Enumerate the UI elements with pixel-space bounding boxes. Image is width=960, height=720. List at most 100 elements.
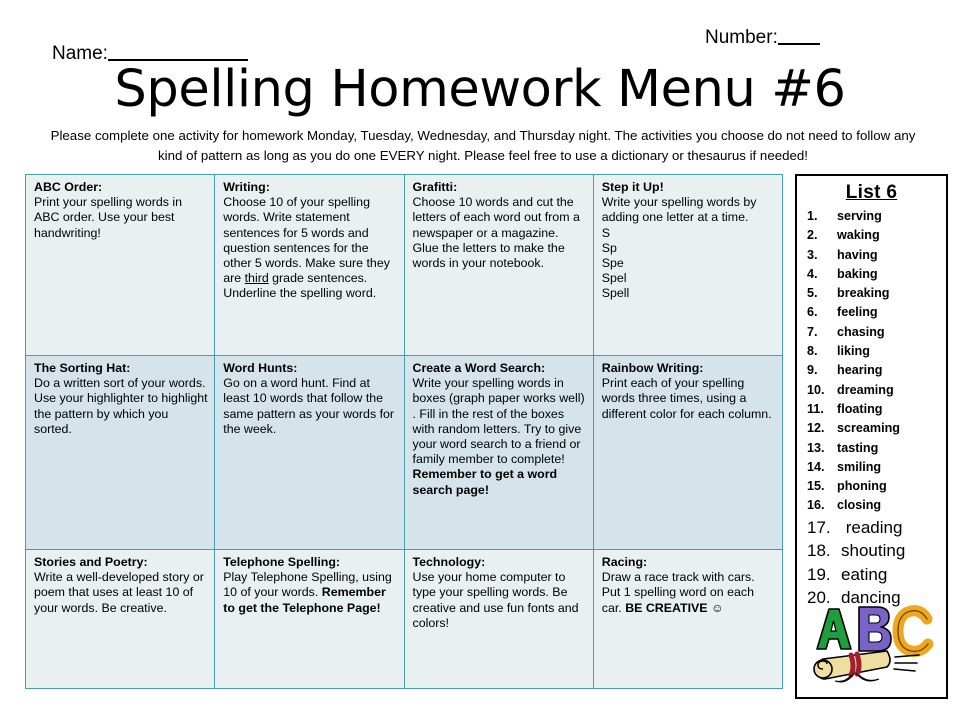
word-list-item: 9. hearing [807,361,946,380]
ladder-step: Spel [601,271,627,286]
letter-c-icon [892,605,934,657]
word-list-item-word: dreaming [837,382,894,397]
word-list-item-number: 4. [807,266,818,281]
activity-cell-writing[interactable]: Writing: Choose 10 of your spelling word… [214,174,405,356]
activity-body: Do a written sort of your words. Use you… [34,376,208,436]
table-row: ABC Order: Print your spelling words in … [24,174,784,356]
word-list-item-number: 3. [807,247,818,262]
activity-menu-table: ABC Order: Print your spelling words in … [24,174,784,689]
word-list-item: 5. breaking [807,284,946,303]
activity-body: Write a well-developed story or poem tha… [34,570,204,615]
activity-body: Write your spelling words by adding one … [601,195,757,225]
word-list-item-word: hearing [837,363,883,378]
activity-cell-word-search[interactable]: Create a Word Search: Write your spellin… [403,355,594,550]
activity-title: Grafitti: [412,180,458,194]
activity-body: Print your spelling words in ABC order. … [34,195,183,240]
word-list-item-number: 2. [807,228,818,243]
word-list-item-number: 18. [807,541,831,561]
activity-title: Create a Word Search: [412,361,546,375]
activity-body: Use your home computer to type your spel… [412,570,579,630]
word-list-item-number: 13. [807,440,825,455]
word-list-item-word: screaming [837,421,900,436]
word-list-item: 15. phoning [807,477,946,496]
ladder-step: Spe [601,256,624,271]
activity-title: Step it Up! [601,180,664,194]
activity-title: Rainbow Writing: [601,361,704,375]
word-list-item: 19. eating [807,563,946,587]
activity-title: Technology: [412,555,486,569]
word-list-item: 2. waking [807,226,946,245]
motion-lines-icon [893,654,920,672]
activity-cell-step-it-up[interactable]: Step it Up! Write your spelling words by… [592,174,784,356]
table-row: The Sorting Hat: Do a written sort of yo… [24,355,784,550]
activity-body-emphasis: Remember to get a word search page! [412,467,558,497]
activity-title: Writing: [223,180,270,194]
word-list-item-word: tasting [837,440,879,455]
activity-title: Word Hunts: [223,361,298,375]
activity-body-emphasis: BE CREATIVE ☺ [625,600,724,615]
word-list-title: List 6 [845,182,898,203]
word-list-item: 4. baking [807,265,946,284]
number-field[interactable]: Number: [705,26,820,49]
activity-body-underlined: third [244,271,269,286]
word-list-item: 18. shouting [807,539,946,563]
activity-cell-stories-and-poetry[interactable]: Stories and Poetry: Write a well-develop… [24,549,216,689]
word-list-item-word: breaking [837,286,890,301]
word-list-item-number: 15. [807,479,825,494]
word-list-item-word: serving [837,209,882,223]
activity-cell-technology[interactable]: Technology: Use your home computer to ty… [403,549,594,689]
word-list-item-word: waking [837,228,880,243]
word-list-item-number: 10. [807,382,825,397]
activity-title: Racing: [601,555,648,569]
word-list-item: 11. floating [807,400,946,419]
word-list-item: 7. chasing [807,323,946,342]
word-list-item-number: 5. [807,286,818,301]
letter-a-icon [816,608,852,650]
word-list-item-number: 14. [807,459,825,474]
activity-title: ABC Order: [34,180,103,194]
activity-body: Print each of your spelling words three … [601,376,772,421]
word-list-item: 16. closing [807,496,946,515]
activity-cell-telephone-spelling[interactable]: Telephone Spelling: Play Telephone Spell… [214,549,405,689]
scroll-icon [813,650,891,683]
word-list-item-number: 11. [807,401,824,416]
word-list-item: 13. tasting [807,439,946,458]
word-list-item-number: 6. [807,305,818,320]
word-list-item-word: feeling [837,305,878,320]
word-list-item-word: having [837,247,878,262]
word-list-item-number: 16. [807,498,825,513]
word-list-item-number: 7. [807,324,818,339]
name-label: Name: [52,43,108,64]
activity-cell-word-hunts[interactable]: Word Hunts: Go on a word hunt. Find at l… [214,355,405,550]
word-list-item-word: closing [837,498,882,513]
letter-b-icon [858,606,892,652]
activity-body: Go on a word hunt. Find at least 10 word… [223,376,395,436]
word-list-item: 12. screaming [807,419,946,438]
number-blank-line[interactable] [777,26,820,45]
activity-cell-rainbow-writing[interactable]: Rainbow Writing: Print each of your spel… [592,355,784,550]
table-row: Stories and Poetry: Write a well-develop… [24,549,784,689]
activity-cell-grafitti[interactable]: Grafitti: Choose 10 words and cut the le… [403,174,594,356]
ladder-step: Sp [601,240,617,255]
word-list-item-word: baking [837,266,878,281]
word-list-item: 8. liking [807,342,946,361]
number-label: Number: [705,27,778,48]
name-blank-line[interactable] [107,42,248,61]
activity-cell-racing[interactable]: Racing: Draw a race track with cars. Put… [592,549,784,689]
word-list-item-number: 8. [807,344,818,359]
word-list-item-word: shouting [841,541,906,561]
word-list-item: 10. dreaming [807,381,946,400]
word-list-item: 6. feeling [807,303,946,322]
word-list-item-word: phoning [837,479,887,494]
activity-body: Write your spelling words in boxes (grap… [412,376,585,467]
word-list-item-number: 9. [807,363,818,378]
word-list-item-number: 17. [807,517,831,537]
activity-cell-sorting-hat[interactable]: The Sorting Hat: Do a written sort of yo… [24,355,216,550]
word-list-item-number: 12. [807,421,825,436]
word-list-item-word: smiling [837,459,882,474]
word-list-item-word: liking [837,344,870,359]
activity-cell-abc-order[interactable]: ABC Order: Print your spelling words in … [24,174,216,356]
activity-title: Telephone Spelling: [223,555,341,569]
word-list-item: 3. having [807,246,946,265]
activity-title: The Sorting Hat: [34,361,131,375]
